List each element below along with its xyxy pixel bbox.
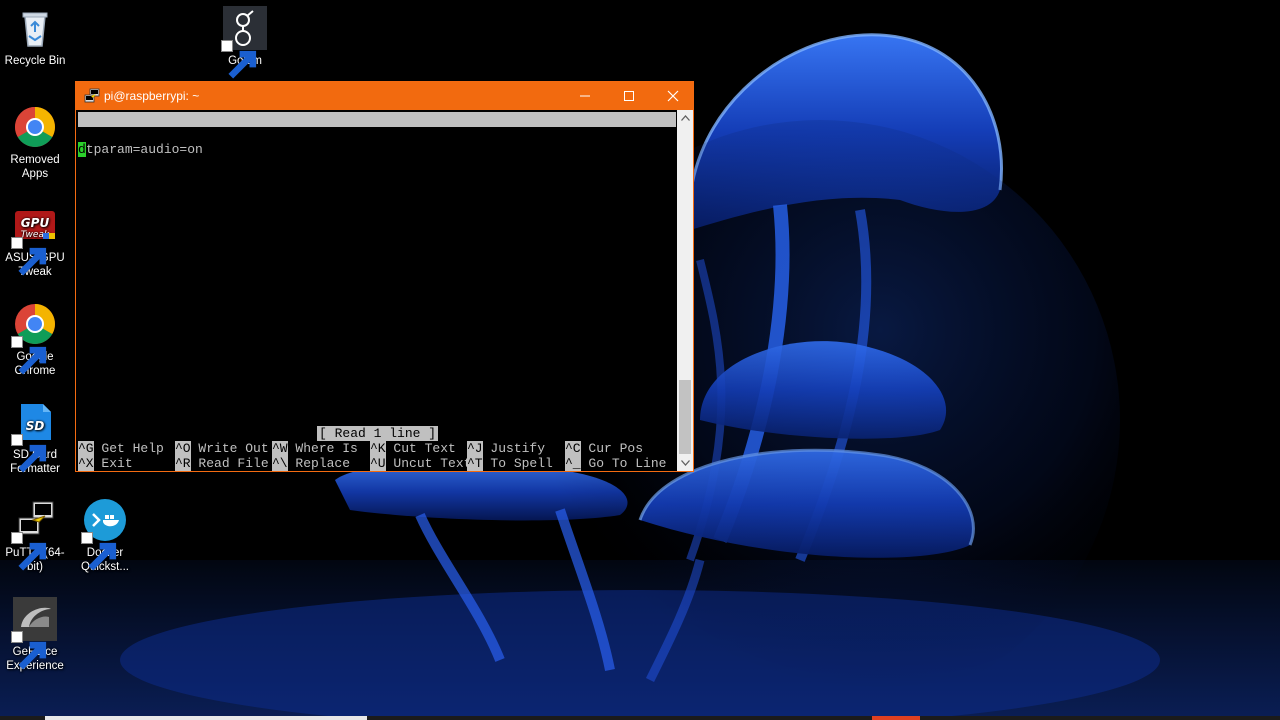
desktop-icon-label: Recycle Bin	[4, 55, 66, 67]
scroll-up-button[interactable]	[677, 110, 693, 126]
asus-gpu-tweak-icon: GPU Tweak	[11, 203, 57, 276]
shortcut-arrow-icon	[11, 532, 47, 571]
shortcut-label: Uncut Text	[393, 456, 472, 471]
vertical-scrollbar[interactable]	[677, 110, 693, 471]
shortcut-write-out[interactable]: ^O Write Out	[175, 441, 269, 456]
nano-version: GNU nano 2.7.4	[92, 127, 202, 142]
shortcut-label: Read File	[198, 456, 269, 471]
shortcut-key: ^J	[467, 441, 483, 456]
shortcut-key: ^\	[272, 456, 288, 471]
shortcut-arrow-icon	[11, 631, 47, 670]
shortcut-to-spell[interactable]: ^T To Spell	[467, 456, 553, 471]
maximize-icon	[624, 91, 634, 101]
minimize-button[interactable]	[563, 82, 607, 110]
chrome-icon	[13, 105, 57, 149]
shortcut-where-is[interactable]: ^W Where Is	[272, 441, 358, 456]
shortcut-key: ^G	[78, 441, 94, 456]
chevron-up-icon	[680, 115, 690, 121]
nano-header-bar: GNU nano 2.7.4 File: /boot/config.txt	[78, 112, 676, 157]
geforce-icon	[11, 597, 57, 670]
sd-card-icon: SD	[11, 400, 57, 473]
golem-icon	[221, 6, 267, 79]
shortcut-cur-pos[interactable]: ^C Cur Pos	[565, 441, 643, 456]
scroll-thumb[interactable]	[679, 380, 691, 454]
shortcut-label: Write Out	[198, 441, 269, 456]
shortcut-get-help[interactable]: ^G Get Help	[78, 441, 164, 456]
shortcut-arrow-icon	[221, 40, 257, 79]
shortcut-justify[interactable]: ^J Justify	[467, 441, 545, 456]
shortcut-key: ^U	[370, 456, 386, 471]
title-bar[interactable]: pi@raspberrypi: ~	[76, 82, 693, 110]
text-cursor: d	[78, 142, 86, 157]
desktop-icon-sd-card-formatter[interactable]: SD SD Card Formatter	[0, 400, 70, 476]
shortcut-replace[interactable]: ^\ Replace	[272, 456, 350, 471]
desktop-icon-recycle-bin[interactable]: Recycle Bin	[0, 6, 70, 68]
maximize-button[interactable]	[607, 82, 651, 110]
nano-filename: File: /boot/config.txt	[318, 142, 490, 157]
taskbar-edge	[0, 716, 1280, 720]
shortcut-label: Get Help	[101, 441, 164, 456]
svg-text:SD: SD	[26, 419, 45, 433]
desktop-icon-golem[interactable]: Golem	[210, 6, 280, 79]
putty-window: pi@raspberrypi: ~ GNU nano 2.7.4 File: /…	[75, 81, 694, 472]
nano-status-message: [ Read 1 line ]	[317, 426, 439, 441]
shortcut-label: Justify	[490, 441, 546, 456]
desktop-icon-asus-gpu-tweak[interactable]: GPU Tweak ASUS GPU Tweak	[0, 203, 70, 279]
taskbar-active-item	[45, 716, 367, 720]
shortcut-key: ^O	[175, 441, 191, 456]
shortcut-label: Go To Line	[588, 456, 667, 471]
close-icon	[667, 90, 679, 102]
shortcut-key: ^_	[565, 456, 581, 471]
shortcut-label: Cut Text	[393, 441, 456, 456]
shortcut-label: Cur Pos	[588, 441, 644, 456]
desktop-icon-removed-apps[interactable]: Removed Apps	[0, 105, 70, 181]
minimize-icon	[580, 95, 590, 97]
chrome-icon	[11, 302, 57, 375]
shortcut-uncut-text[interactable]: ^U Uncut Text	[370, 456, 471, 471]
window-title: pi@raspberrypi: ~	[104, 89, 200, 103]
recycle-bin-icon	[13, 6, 57, 50]
putty-app-icon	[84, 88, 100, 104]
shortcut-arrow-icon	[11, 237, 47, 276]
terminal[interactable]: GNU nano 2.7.4 File: /boot/config.txt dt…	[76, 110, 677, 471]
desktop-icon-putty[interactable]: PuTTY (64-bit)	[0, 498, 70, 574]
shortcut-label: Replace	[295, 456, 351, 471]
putty-icon	[11, 498, 57, 571]
chevron-down-icon	[680, 460, 690, 466]
shortcut-key: ^R	[175, 456, 191, 471]
desktop-icon-google-chrome[interactable]: Google Chrome	[0, 302, 70, 378]
desktop-icon-geforce-experience[interactable]: GeForce Experience	[0, 597, 70, 673]
desktop-icon-label: Removed Apps	[10, 154, 60, 180]
shortcut-label: To Spell	[490, 456, 553, 471]
shortcut-cut-text[interactable]: ^K Cut Text	[370, 441, 456, 456]
shortcut-go-to-line[interactable]: ^_ Go To Line	[565, 456, 666, 471]
close-button[interactable]	[651, 82, 695, 110]
shortcut-key: ^C	[565, 441, 581, 456]
desktop: Recycle Bin Golem Removed Apps GPU Tweak…	[0, 0, 1280, 720]
line-text: tparam=audio=on	[85, 142, 203, 157]
taskbar-item	[872, 716, 920, 720]
desktop-icon-docker[interactable]: Docker Quickst...	[70, 498, 140, 574]
shortcut-arrow-icon	[11, 336, 47, 375]
docker-icon	[81, 498, 127, 571]
shortcut-exit[interactable]: ^X Exit	[78, 456, 133, 471]
file-content-line[interactable]: dtparam=audio=on	[78, 142, 203, 157]
scroll-down-button[interactable]	[677, 455, 693, 471]
shortcut-read-file[interactable]: ^R Read File	[175, 456, 269, 471]
shortcut-key: ^T	[467, 456, 483, 471]
shortcut-arrow-icon	[81, 532, 117, 571]
shortcut-label: Exit	[101, 456, 133, 471]
shortcut-key: ^X	[78, 456, 94, 471]
shortcut-arrow-icon	[11, 434, 47, 473]
shortcut-key: ^K	[370, 441, 386, 456]
shortcut-key: ^W	[272, 441, 288, 456]
shortcut-label: Where Is	[295, 441, 358, 456]
svg-text:GPU: GPU	[21, 216, 50, 230]
